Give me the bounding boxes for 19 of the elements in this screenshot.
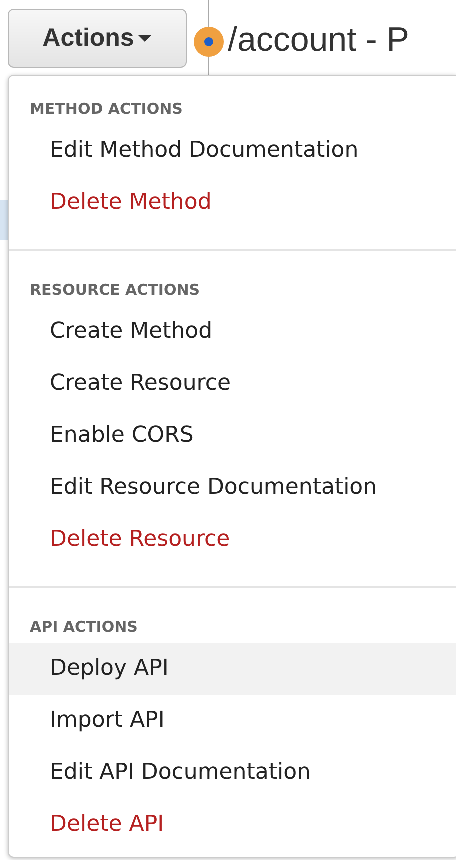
sidebar-background — [0, 200, 8, 240]
section-header: METHOD ACTIONS — [29, 99, 183, 120]
menu-item[interactable]: Enable CORS — [9, 410, 456, 462]
menu-item[interactable]: Delete Method — [9, 177, 456, 229]
resource-title: /account - P — [228, 21, 410, 60]
actions-button[interactable]: Actions — [8, 9, 187, 68]
section-header: API ACTIONS — [29, 617, 138, 638]
menu-item[interactable]: Create Method — [9, 306, 456, 358]
caret-icon — [138, 34, 152, 42]
status-dot-icon — [194, 26, 224, 56]
menu-item[interactable]: Delete Resource — [9, 514, 456, 566]
menu-item[interactable]: Delete API — [9, 799, 456, 851]
menu-item[interactable]: Edit Resource Documentation — [9, 462, 456, 514]
menu-item[interactable]: Deploy API — [9, 643, 456, 695]
section-header: RESOURCE ACTIONS — [29, 280, 200, 301]
menu-item[interactable]: Create Resource — [9, 358, 456, 410]
menu-item[interactable]: Edit Method Documentation — [9, 125, 456, 177]
menu-item[interactable]: Edit API Documentation — [9, 747, 456, 799]
menu-item[interactable]: Import API — [9, 695, 456, 747]
